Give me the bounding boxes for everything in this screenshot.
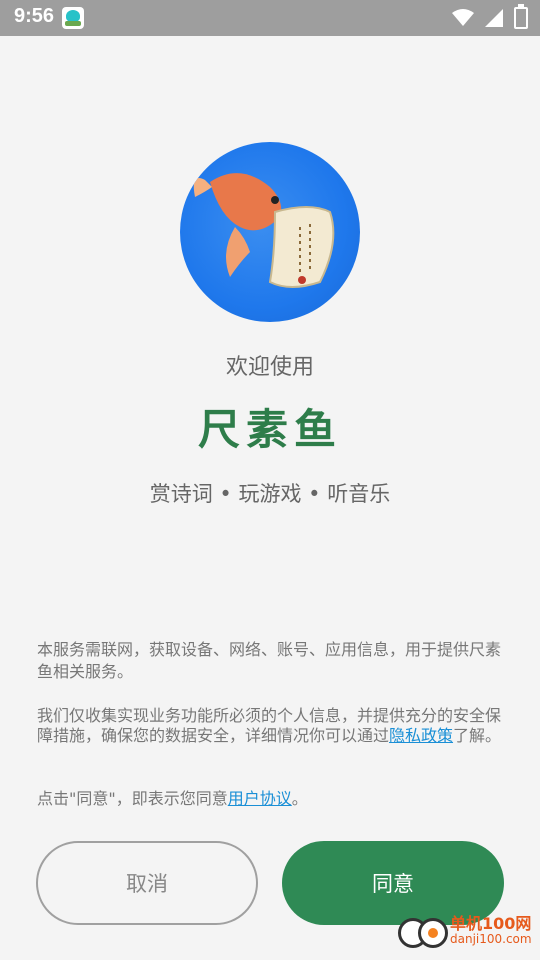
koi-fish-icon bbox=[193, 173, 335, 288]
terms-paragraph-1: 本服务需联网，获取设备、网络、账号、应用信息，用于提供尺素鱼相关服务。 bbox=[37, 640, 502, 681]
welcome-text: 欢迎使用 bbox=[225, 355, 314, 380]
cancel-button[interactable]: 取消 bbox=[36, 841, 258, 925]
tagline: 赏诗词 • 玩游戏 • 听音乐 bbox=[149, 482, 391, 506]
app-notification-icon bbox=[62, 7, 84, 29]
watermark-logo: 单机100网 danji100.com bbox=[392, 910, 532, 954]
signal-icon bbox=[485, 9, 503, 27]
user-agreement-link[interactable]: 用户协议 bbox=[228, 789, 292, 808]
privacy-policy-link[interactable]: 隐私政策 bbox=[389, 726, 453, 745]
status-icons bbox=[452, 4, 528, 30]
terms-p3-tail: 。 bbox=[291, 789, 308, 808]
terms-paragraph-2: 我们仅收集实现业务功能所必须的个人信息，并提供充分的安全保障措施，确保您的数据安… bbox=[37, 706, 507, 746]
watermark-cn: 单机100网 bbox=[450, 914, 532, 933]
watermark-url: danji100.com bbox=[450, 932, 532, 946]
app-logo bbox=[180, 142, 360, 322]
terms-p2-tail: 了解。 bbox=[453, 726, 502, 745]
status-bar: 9:56 bbox=[0, 0, 540, 36]
terms-p3-text: 点击"同意"，即表示您同意 bbox=[37, 789, 228, 808]
app-name-title: 尺素鱼 bbox=[197, 405, 342, 454]
status-time: 9:56 bbox=[14, 5, 55, 27]
terms-paragraph-3: 点击"同意"，即表示您同意用户协议。 bbox=[37, 788, 507, 810]
watermark-eye-icon bbox=[418, 918, 448, 948]
wifi-icon bbox=[452, 9, 474, 26]
battery-icon bbox=[514, 4, 528, 29]
